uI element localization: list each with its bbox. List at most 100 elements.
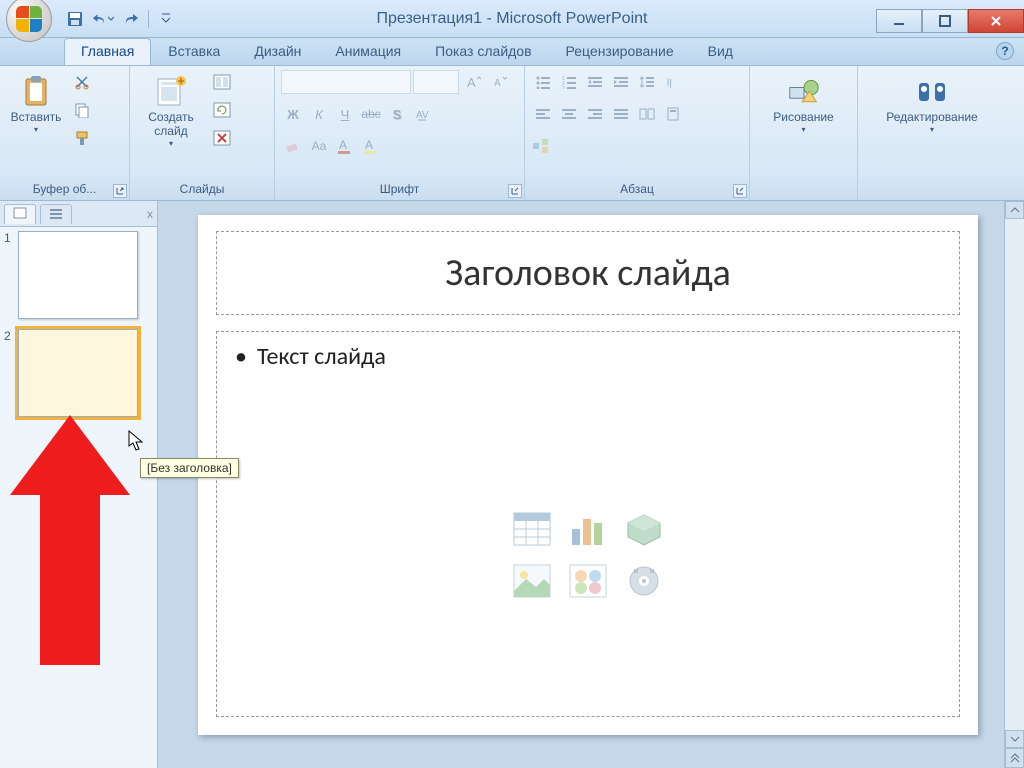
tab-home[interactable]: Главная	[64, 38, 151, 65]
paste-button[interactable]: Вставить ▾	[6, 70, 66, 139]
thumbnail-2[interactable]: 2	[4, 329, 153, 417]
minimize-button[interactable]	[876, 9, 922, 33]
align-right-button[interactable]	[583, 102, 607, 126]
scroll-track[interactable]	[1005, 219, 1024, 728]
scroll-down-button[interactable]	[1005, 730, 1024, 748]
maximize-button[interactable]	[922, 9, 968, 33]
panel-close-button[interactable]: x	[147, 207, 153, 221]
font-size-combo[interactable]	[413, 70, 459, 94]
chart-icon	[568, 511, 608, 547]
undo-button[interactable]	[92, 8, 114, 30]
body-placeholder[interactable]: Текст слайда	[216, 331, 960, 717]
indent-icon	[613, 75, 629, 89]
group-drawing: Рисование ▾	[750, 66, 858, 200]
numbering-button[interactable]: 123	[557, 70, 581, 94]
justify-icon	[613, 107, 629, 121]
text-direction-button[interactable]: lĮ	[661, 70, 685, 94]
clipboard-dialog-launcher[interactable]	[113, 184, 127, 198]
italic-button[interactable]: К	[307, 102, 331, 126]
underline-button[interactable]: Ч	[333, 102, 357, 126]
tab-view[interactable]: Вид	[691, 38, 750, 65]
paragraph-dialog-launcher[interactable]	[733, 184, 747, 198]
slide-layout-icon	[213, 74, 231, 90]
editing-button[interactable]: Редактирование ▾	[864, 70, 1000, 139]
svg-text:A: A	[365, 138, 373, 152]
slide-layout-button[interactable]	[210, 70, 234, 94]
title-placeholder[interactable]: Заголовок слайда	[216, 231, 960, 315]
highlight-button[interactable]: A	[359, 134, 383, 158]
justify-button[interactable]	[609, 102, 633, 126]
reset-slide-button[interactable]	[210, 98, 234, 122]
character-spacing-button[interactable]: AV	[411, 102, 435, 126]
delete-slide-button[interactable]	[210, 126, 234, 150]
align-center-button[interactable]	[557, 102, 581, 126]
svg-text:A: A	[494, 78, 501, 89]
svg-text:AV: AV	[416, 110, 429, 121]
tab-animation[interactable]: Анимация	[318, 38, 418, 65]
app-name: Microsoft PowerPoint	[496, 10, 647, 27]
insert-smartart-button[interactable]	[620, 507, 668, 551]
close-button[interactable]	[968, 9, 1024, 33]
insert-media-button[interactable]	[620, 559, 668, 603]
help-button[interactable]: ?	[996, 42, 1014, 60]
insert-picture-button[interactable]	[508, 559, 556, 603]
new-slide-button[interactable]: Создать слайд ▾	[136, 70, 206, 153]
strikethrough-button[interactable]: abc	[359, 102, 383, 126]
slides-tab-icon	[13, 207, 27, 219]
close-icon	[989, 14, 1003, 28]
prev-slide-button[interactable]	[1005, 748, 1024, 768]
char-spacing-icon: AV	[415, 107, 431, 121]
font-color-button[interactable]: A	[333, 134, 357, 158]
tab-design[interactable]: Дизайн	[237, 38, 318, 65]
slide-canvas[interactable]: Заголовок слайда Текст слайда	[198, 215, 978, 735]
copy-button[interactable]	[70, 98, 94, 122]
font-family-combo[interactable]	[281, 70, 411, 94]
slides-tab[interactable]	[4, 204, 36, 224]
group-clipboard: Вставить ▾ Буфер об...	[0, 66, 130, 200]
columns-button[interactable]	[635, 102, 659, 126]
insert-clipart-button[interactable]	[564, 559, 612, 603]
tab-insert[interactable]: Вставка	[151, 38, 237, 65]
line-spacing-button[interactable]	[635, 70, 659, 94]
chevron-up-icon	[1010, 206, 1020, 214]
align-left-button[interactable]	[531, 102, 555, 126]
bullets-button[interactable]	[531, 70, 555, 94]
tab-review[interactable]: Рецензирование	[549, 38, 691, 65]
chevron-down-icon	[107, 15, 114, 23]
thumbnail-1[interactable]: 1	[4, 231, 153, 319]
chevron-down-icon	[1010, 735, 1020, 743]
save-button[interactable]	[64, 8, 86, 30]
decrease-indent-button[interactable]	[583, 70, 607, 94]
slide-thumbnail[interactable]	[18, 329, 138, 417]
change-case-button[interactable]: Aa	[307, 134, 331, 158]
align-text-button[interactable]	[661, 102, 685, 126]
format-painter-button[interactable]	[70, 126, 94, 150]
tab-slideshow[interactable]: Показ слайдов	[418, 38, 548, 65]
clear-format-button[interactable]	[281, 134, 305, 158]
columns-icon	[639, 107, 655, 121]
increase-indent-button[interactable]	[609, 70, 633, 94]
office-button[interactable]	[6, 0, 52, 42]
qat-customize-button[interactable]	[155, 8, 177, 30]
grow-font-button[interactable]: A	[461, 70, 485, 94]
outline-tab[interactable]	[40, 204, 72, 224]
svg-text:3: 3	[562, 86, 565, 89]
bold-button[interactable]: Ж	[281, 102, 305, 126]
slide-editor: Заголовок слайда Текст слайда	[158, 201, 1024, 768]
vertical-scrollbar[interactable]	[1004, 201, 1024, 768]
scroll-up-button[interactable]	[1005, 201, 1024, 219]
group-paragraph: 123 lĮ Абзац	[525, 66, 750, 200]
slide-thumbnail[interactable]	[18, 231, 138, 319]
font-dialog-launcher[interactable]	[508, 184, 522, 198]
convert-to-smartart-button[interactable]	[531, 134, 553, 158]
document-name: Презентация1	[377, 10, 483, 27]
insert-chart-button[interactable]	[564, 507, 612, 551]
text-direction-icon: lĮ	[665, 75, 681, 89]
cut-button[interactable]	[70, 70, 94, 94]
dialog-launcher-icon	[116, 187, 124, 195]
redo-button[interactable]	[120, 8, 142, 30]
insert-table-button[interactable]	[508, 507, 556, 551]
text-shadow-button[interactable]: S	[385, 102, 409, 126]
shrink-font-button[interactable]: A	[487, 70, 511, 94]
drawing-button[interactable]: Рисование ▾	[756, 70, 851, 139]
